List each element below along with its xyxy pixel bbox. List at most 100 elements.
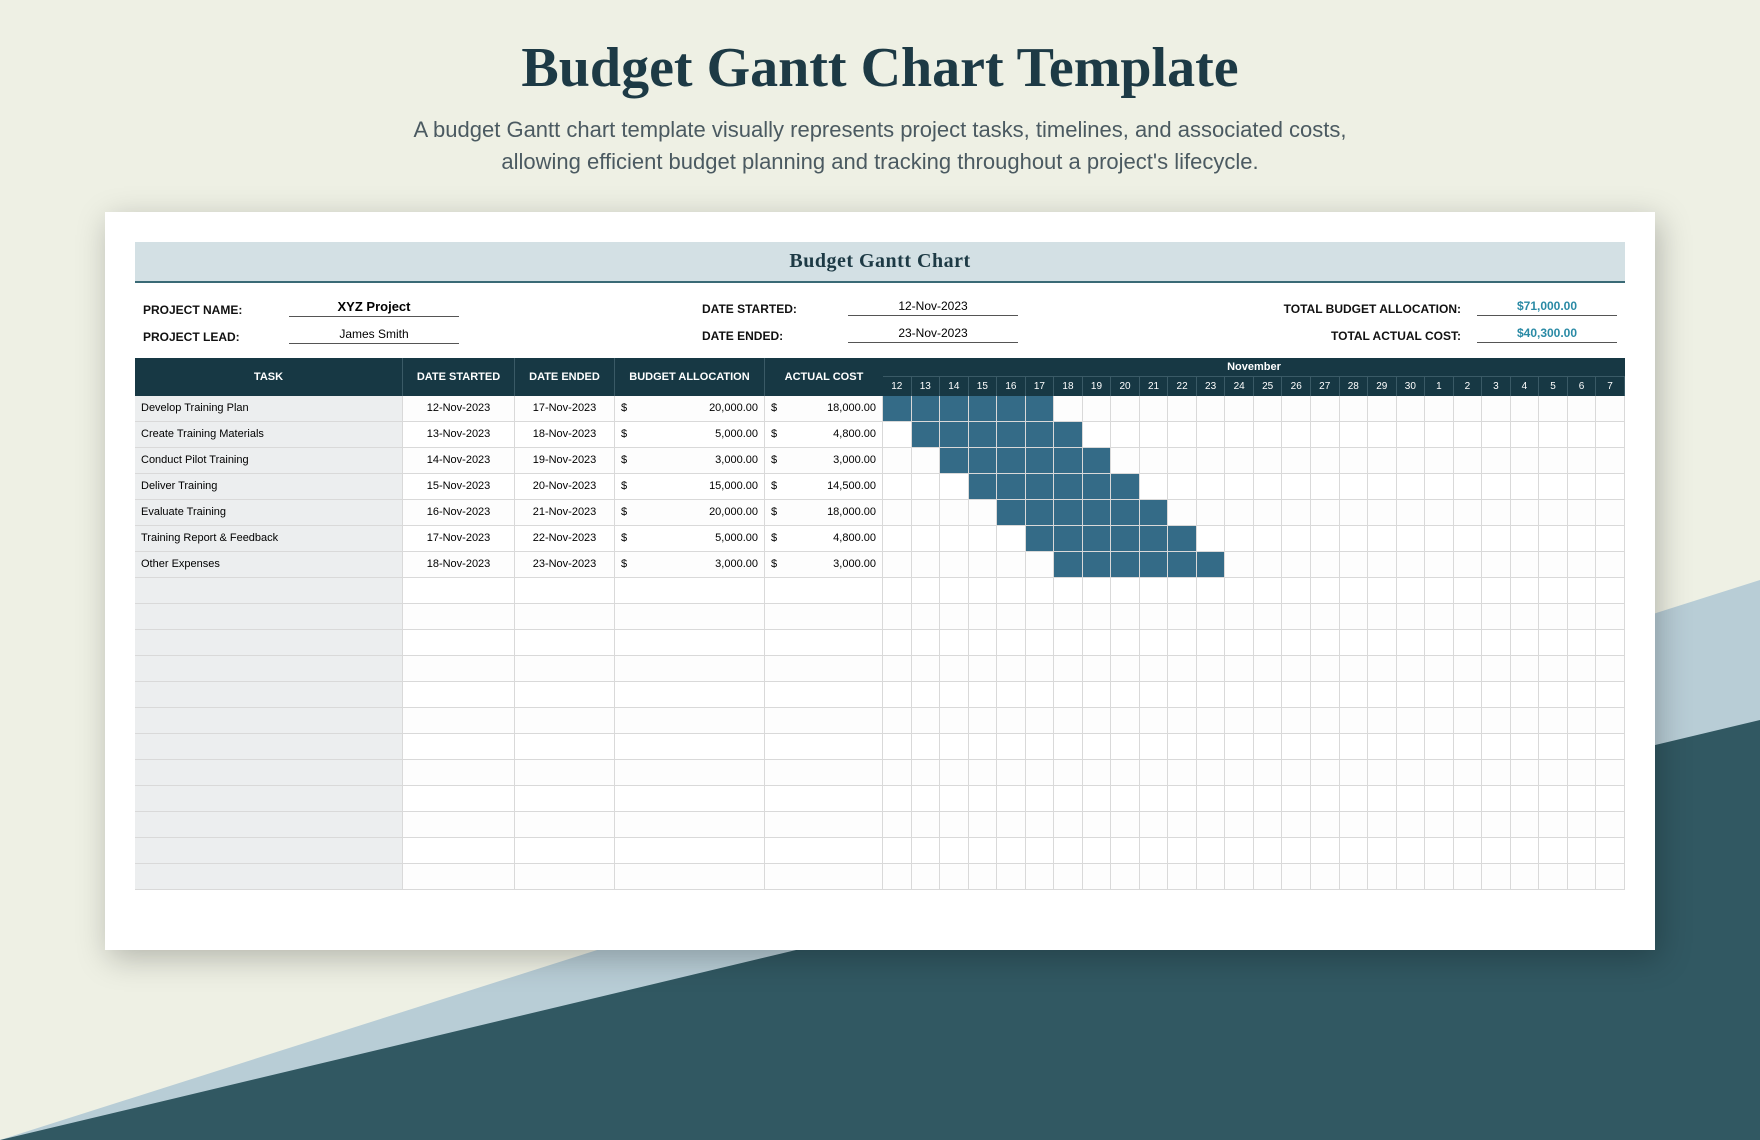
cell-actual-cost[interactable]: $4,800.00 (765, 526, 883, 552)
cell-date-started[interactable] (403, 604, 515, 630)
cell-date-ended[interactable] (515, 812, 615, 838)
cell-actual-cost[interactable]: $3,000.00 (765, 552, 883, 578)
cell-date-ended[interactable] (515, 604, 615, 630)
cell-task[interactable] (135, 786, 403, 812)
cell-date-started[interactable] (403, 708, 515, 734)
cell-actual-cost[interactable]: $4,800.00 (765, 422, 883, 448)
cell-actual-cost[interactable] (765, 786, 883, 812)
cell-date-ended[interactable] (515, 708, 615, 734)
cell-actual-cost[interactable] (765, 604, 883, 630)
cell-actual-cost[interactable] (765, 656, 883, 682)
cell-date-ended[interactable]: 20-Nov-2023 (515, 474, 615, 500)
cell-task[interactable]: Conduct Pilot Training (135, 448, 403, 474)
cell-date-started[interactable] (403, 682, 515, 708)
cell-task[interactable] (135, 812, 403, 838)
cell-date-ended[interactable]: 23-Nov-2023 (515, 552, 615, 578)
table-row[interactable]: Conduct Pilot Training14-Nov-202319-Nov-… (135, 448, 1625, 474)
cell-date-ended[interactable] (515, 578, 615, 604)
cell-actual-cost[interactable] (765, 760, 883, 786)
cell-budget-allocation[interactable] (615, 708, 765, 734)
cell-date-ended[interactable] (515, 760, 615, 786)
table-row[interactable] (135, 838, 1625, 864)
table-row[interactable]: Develop Training Plan12-Nov-202317-Nov-2… (135, 396, 1625, 422)
table-row[interactable] (135, 630, 1625, 656)
cell-date-ended[interactable] (515, 682, 615, 708)
table-row[interactable]: Training Report & Feedback17-Nov-202322-… (135, 526, 1625, 552)
cell-task[interactable] (135, 760, 403, 786)
cell-budget-allocation[interactable] (615, 838, 765, 864)
table-row[interactable] (135, 864, 1625, 890)
cell-budget-allocation[interactable]: $15,000.00 (615, 474, 765, 500)
cell-task[interactable] (135, 630, 403, 656)
cell-task[interactable] (135, 656, 403, 682)
cell-task[interactable] (135, 838, 403, 864)
cell-actual-cost[interactable]: $18,000.00 (765, 500, 883, 526)
project-lead-value[interactable]: James Smith (289, 327, 459, 344)
cell-date-started[interactable]: 18-Nov-2023 (403, 552, 515, 578)
cell-date-ended[interactable] (515, 864, 615, 890)
cell-date-started[interactable] (403, 656, 515, 682)
cell-budget-allocation[interactable]: $5,000.00 (615, 526, 765, 552)
cell-date-started[interactable] (403, 734, 515, 760)
cell-budget-allocation[interactable] (615, 656, 765, 682)
cell-task[interactable]: Training Report & Feedback (135, 526, 403, 552)
cell-task[interactable] (135, 682, 403, 708)
cell-budget-allocation[interactable] (615, 682, 765, 708)
cell-date-ended[interactable] (515, 630, 615, 656)
cell-actual-cost[interactable] (765, 812, 883, 838)
cell-actual-cost[interactable] (765, 708, 883, 734)
table-row[interactable] (135, 578, 1625, 604)
cell-date-started[interactable]: 16-Nov-2023 (403, 500, 515, 526)
cell-date-ended[interactable] (515, 734, 615, 760)
cell-budget-allocation[interactable] (615, 578, 765, 604)
cell-date-started[interactable] (403, 838, 515, 864)
cell-budget-allocation[interactable]: $3,000.00 (615, 448, 765, 474)
cell-budget-allocation[interactable]: $5,000.00 (615, 422, 765, 448)
cell-actual-cost[interactable]: $3,000.00 (765, 448, 883, 474)
cell-budget-allocation[interactable] (615, 604, 765, 630)
cell-budget-allocation[interactable] (615, 786, 765, 812)
cell-task[interactable]: Deliver Training (135, 474, 403, 500)
table-row[interactable] (135, 760, 1625, 786)
table-row[interactable]: Deliver Training15-Nov-202320-Nov-2023$1… (135, 474, 1625, 500)
cell-date-started[interactable] (403, 864, 515, 890)
cell-date-started[interactable]: 17-Nov-2023 (403, 526, 515, 552)
project-name-value[interactable]: XYZ Project (289, 299, 459, 317)
cell-date-started[interactable] (403, 812, 515, 838)
cell-date-ended[interactable]: 18-Nov-2023 (515, 422, 615, 448)
cell-date-ended[interactable] (515, 838, 615, 864)
cell-date-ended[interactable]: 17-Nov-2023 (515, 396, 615, 422)
cell-task[interactable] (135, 734, 403, 760)
table-row[interactable]: Evaluate Training16-Nov-202321-Nov-2023$… (135, 500, 1625, 526)
cell-task[interactable]: Evaluate Training (135, 500, 403, 526)
cell-actual-cost[interactable] (765, 578, 883, 604)
cell-date-ended[interactable]: 19-Nov-2023 (515, 448, 615, 474)
cell-budget-allocation[interactable]: $20,000.00 (615, 500, 765, 526)
table-row[interactable] (135, 604, 1625, 630)
cell-budget-allocation[interactable]: $3,000.00 (615, 552, 765, 578)
date-started-value[interactable]: 12-Nov-2023 (848, 299, 1018, 316)
cell-budget-allocation[interactable] (615, 734, 765, 760)
cell-date-started[interactable]: 12-Nov-2023 (403, 396, 515, 422)
table-row[interactable]: Create Training Materials13-Nov-202318-N… (135, 422, 1625, 448)
table-row[interactable] (135, 656, 1625, 682)
cell-date-ended[interactable] (515, 656, 615, 682)
cell-actual-cost[interactable] (765, 682, 883, 708)
table-row[interactable] (135, 734, 1625, 760)
cell-budget-allocation[interactable] (615, 760, 765, 786)
cell-actual-cost[interactable]: $14,500.00 (765, 474, 883, 500)
cell-budget-allocation[interactable] (615, 812, 765, 838)
cell-budget-allocation[interactable]: $20,000.00 (615, 396, 765, 422)
table-row[interactable]: Other Expenses18-Nov-202323-Nov-2023$3,0… (135, 552, 1625, 578)
cell-date-started[interactable] (403, 786, 515, 812)
cell-date-started[interactable]: 14-Nov-2023 (403, 448, 515, 474)
table-row[interactable] (135, 812, 1625, 838)
cell-budget-allocation[interactable] (615, 864, 765, 890)
cell-date-started[interactable]: 15-Nov-2023 (403, 474, 515, 500)
cell-date-started[interactable] (403, 630, 515, 656)
cell-task[interactable]: Other Expenses (135, 552, 403, 578)
cell-budget-allocation[interactable] (615, 630, 765, 656)
cell-actual-cost[interactable] (765, 864, 883, 890)
cell-date-ended[interactable]: 22-Nov-2023 (515, 526, 615, 552)
cell-task[interactable] (135, 864, 403, 890)
